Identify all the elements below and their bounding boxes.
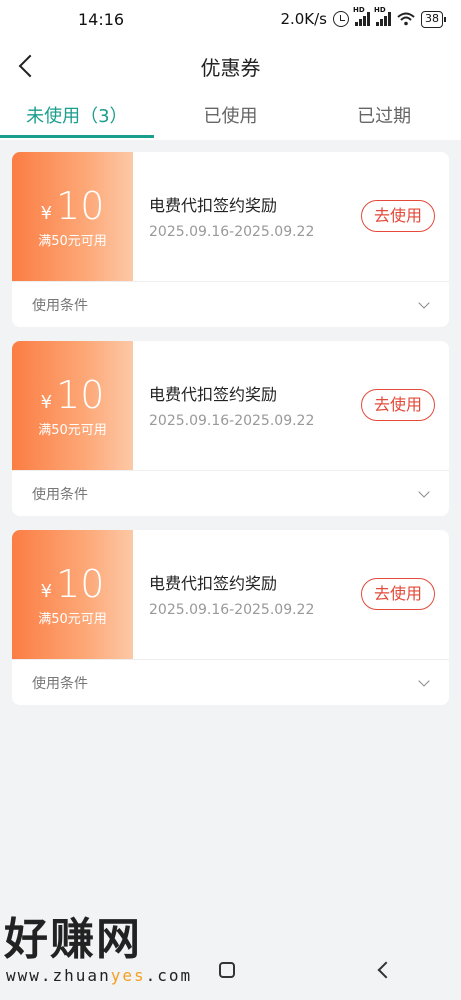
watermark-text: 好赚网: [4, 914, 142, 965]
hd-badge: HD: [374, 6, 386, 14]
currency-symbol: ¥: [40, 581, 53, 602]
coupon-amount: 10: [56, 562, 105, 606]
status-indicators: 2.0K/s HD HD 38: [280, 6, 446, 28]
tab-used[interactable]: 已使用: [154, 94, 308, 140]
usage-conditions-toggle[interactable]: 使用条件: [12, 659, 449, 705]
signal-icon: HD: [374, 6, 391, 26]
usage-conditions-toggle[interactable]: 使用条件: [12, 281, 449, 327]
coupon-amount-panel: ¥10 满50元可用: [12, 152, 133, 281]
back-icon[interactable]: [14, 52, 42, 80]
currency-symbol: ¥: [40, 392, 53, 413]
status-time: 14:16: [78, 9, 125, 29]
tab-unused[interactable]: 未使用（3）: [0, 94, 154, 140]
tab-expired[interactable]: 已过期: [307, 94, 461, 140]
usage-conditions-label: 使用条件: [32, 675, 88, 692]
usage-conditions-toggle[interactable]: 使用条件: [12, 470, 449, 516]
coupon-validity: 2025.09.16-2025.09.22: [149, 224, 315, 240]
usage-conditions-label: 使用条件: [32, 297, 88, 314]
coupon-amount-panel: ¥10 满50元可用: [12, 341, 133, 470]
home-nav-icon[interactable]: [219, 962, 236, 978]
page-title: 优惠券: [200, 55, 261, 80]
signal-icon: HD: [353, 6, 370, 26]
watermark-url-suffix: .com: [145, 966, 193, 985]
coupon-threshold: 满50元可用: [38, 423, 107, 438]
use-coupon-button[interactable]: 去使用: [361, 200, 435, 232]
back-nav-icon[interactable]: [374, 961, 392, 979]
watermark-url-highlight: yes: [110, 966, 146, 985]
coupon-card: ¥10 满50元可用 电费代扣签约奖励 2025.09.16-2025.09.2…: [12, 152, 449, 327]
chevron-down-icon: [417, 487, 431, 501]
hd-badge: HD: [353, 6, 365, 14]
coupon-threshold: 满50元可用: [38, 234, 107, 249]
coupon-name: 电费代扣签约奖励: [149, 574, 278, 593]
coupon-validity: 2025.09.16-2025.09.22: [149, 413, 315, 429]
wifi-icon: [397, 12, 415, 26]
coupon-card: ¥10 满50元可用 电费代扣签约奖励 2025.09.16-2025.09.2…: [12, 341, 449, 516]
coupon-name: 电费代扣签约奖励: [149, 196, 278, 215]
watermark-url-prefix: www.zhuan: [6, 966, 111, 985]
chevron-down-icon: [417, 298, 431, 312]
coupon-amount: 10: [56, 373, 105, 417]
app-header: 优惠券: [0, 38, 461, 94]
network-speed: 2.0K/s: [280, 10, 327, 28]
use-coupon-button[interactable]: 去使用: [361, 389, 435, 421]
coupon-amount-panel: ¥10 满50元可用: [12, 530, 133, 659]
watermark: 好赚网 www.zhuanyes.com: [0, 914, 200, 994]
coupon-name: 电费代扣签约奖励: [149, 385, 278, 404]
coupon-card: ¥10 满50元可用 电费代扣签约奖励 2025.09.16-2025.09.2…: [12, 530, 449, 705]
coupon-list: ¥10 满50元可用 电费代扣签约奖励 2025.09.16-2025.09.2…: [12, 152, 449, 719]
watermark-url: www.zhuanyes.com: [0, 966, 200, 985]
alarm-icon: [333, 11, 349, 27]
currency-symbol: ¥: [40, 203, 53, 224]
coupon-amount: 10: [56, 184, 105, 228]
chevron-down-icon: [417, 676, 431, 690]
coupon-validity: 2025.09.16-2025.09.22: [149, 602, 315, 618]
usage-conditions-label: 使用条件: [32, 486, 88, 503]
battery-icon: 38: [421, 10, 446, 28]
status-bar: 14:16 2.0K/s HD HD 38: [0, 0, 461, 38]
coupon-threshold: 满50元可用: [38, 612, 107, 627]
coupon-tabs: 未使用（3） 已使用 已过期: [0, 94, 461, 140]
use-coupon-button[interactable]: 去使用: [361, 578, 435, 610]
